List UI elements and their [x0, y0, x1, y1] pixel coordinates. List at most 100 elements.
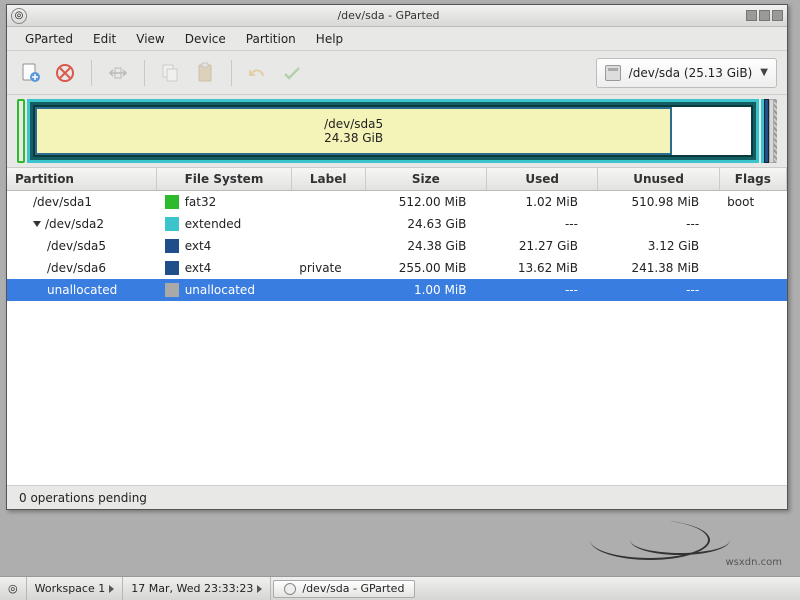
delete-partition-button[interactable]: [51, 59, 79, 87]
new-partition-button[interactable]: [17, 59, 45, 87]
partition-graph-sda5[interactable]: /dev/sda5 24.38 GiB: [35, 107, 672, 155]
cell-used: 13.62 MiB: [486, 257, 598, 279]
partition-graph-main-size: 24.38 GiB: [324, 131, 383, 145]
fs-name: fat32: [185, 195, 217, 209]
menu-device[interactable]: Device: [175, 29, 236, 49]
fs-name: ext4: [185, 239, 212, 253]
maximize-button[interactable]: [759, 10, 770, 21]
disk-icon: [605, 65, 621, 81]
paste-icon: [194, 62, 216, 84]
toolbar: /dev/sda (25.13 GiB) ▼: [7, 51, 787, 95]
col-filesystem[interactable]: File System: [157, 168, 292, 191]
cell-filesystem: ext4: [157, 257, 292, 279]
menu-help[interactable]: Help: [306, 29, 353, 49]
fs-color-swatch: [165, 261, 179, 275]
cell-size: 24.38 GiB: [365, 235, 486, 257]
partition-table: Partition File System Label Size Used Un…: [7, 167, 787, 485]
titlebar[interactable]: ◎ /dev/sda - GParted: [7, 5, 787, 27]
cell-filesystem: extended: [157, 213, 292, 235]
cell-partition: unallocated: [7, 279, 157, 301]
cell-size: 255.00 MiB: [365, 257, 486, 279]
col-partition[interactable]: Partition: [7, 168, 157, 191]
window-title: /dev/sda - GParted: [31, 9, 746, 22]
separator: [144, 60, 145, 86]
copy-icon: [160, 62, 182, 84]
cell-size: 512.00 MiB: [365, 191, 486, 213]
taskbar-task-label: /dev/sda - GParted: [302, 582, 404, 595]
partition-graph-sda1[interactable]: [17, 99, 25, 163]
fs-name: unallocated: [185, 283, 255, 297]
table-row[interactable]: /dev/sda5 ext4 24.38 GiB21.27 GiB3.12 GiB: [7, 235, 787, 257]
menu-edit[interactable]: Edit: [83, 29, 126, 49]
paste-button[interactable]: [191, 59, 219, 87]
start-menu-button[interactable]: ◎: [0, 577, 27, 600]
partition-graph-free[interactable]: [672, 107, 751, 155]
cell-unused: ---: [598, 279, 719, 301]
chevron-right-icon: [257, 585, 262, 593]
expander-icon[interactable]: [33, 221, 41, 227]
app-icon: ◎: [11, 8, 27, 24]
fs-color-swatch: [165, 283, 179, 297]
statusbar-text: 0 operations pending: [19, 491, 147, 505]
separator: [231, 60, 232, 86]
cell-filesystem: ext4: [157, 235, 292, 257]
partition-graph-sda2[interactable]: /dev/sda5 24.38 GiB: [27, 99, 759, 163]
menu-partition[interactable]: Partition: [236, 29, 306, 49]
menu-view[interactable]: View: [126, 29, 174, 49]
cell-partition: /dev/sda1: [7, 191, 157, 213]
table-row[interactable]: /dev/sda2extended24.63 GiB------: [7, 213, 787, 235]
cell-flags: [719, 279, 786, 301]
cell-partition: /dev/sda6: [7, 257, 157, 279]
resize-move-button[interactable]: [104, 59, 132, 87]
cell-flags: [719, 235, 786, 257]
watermark-text: wsxdn.com: [725, 557, 782, 568]
cell-used: 1.02 MiB: [486, 191, 598, 213]
apply-button[interactable]: [278, 59, 306, 87]
cell-used: 21.27 GiB: [486, 235, 598, 257]
close-button[interactable]: [772, 10, 783, 21]
cell-unused: ---: [598, 213, 719, 235]
table-row[interactable]: /dev/sda6ext4private255.00 MiB13.62 MiB2…: [7, 257, 787, 279]
copy-button[interactable]: [157, 59, 185, 87]
cell-unused: 3.12 GiB: [598, 235, 719, 257]
delete-icon: [54, 62, 76, 84]
wallpaper-swirl: [630, 525, 730, 555]
app-icon: [284, 583, 296, 595]
cell-label: [291, 279, 365, 301]
cell-flags: [719, 213, 786, 235]
minimize-button[interactable]: [746, 10, 757, 21]
cell-filesystem: fat32: [157, 191, 292, 213]
resize-icon: [107, 62, 129, 84]
col-label[interactable]: Label: [291, 168, 365, 191]
menu-gparted[interactable]: GParted: [15, 29, 83, 49]
col-used[interactable]: Used: [486, 168, 598, 191]
chevron-right-icon: [109, 585, 114, 593]
device-selector[interactable]: /dev/sda (25.13 GiB) ▼: [596, 58, 777, 88]
table-row[interactable]: unallocatedunallocated1.00 MiB------: [7, 279, 787, 301]
partition-graph[interactable]: /dev/sda5 24.38 GiB: [7, 95, 787, 167]
undo-icon: [247, 62, 269, 84]
col-size[interactable]: Size: [365, 168, 486, 191]
cell-used: ---: [486, 279, 598, 301]
cell-label: [291, 235, 365, 257]
statusbar: 0 operations pending: [7, 485, 787, 509]
col-flags[interactable]: Flags: [719, 168, 786, 191]
partition-graph-tail[interactable]: [761, 99, 777, 163]
gparted-window: ◎ /dev/sda - GParted GParted Edit View D…: [6, 4, 788, 510]
table-row[interactable]: /dev/sda1fat32512.00 MiB1.02 MiB510.98 M…: [7, 191, 787, 213]
workspace-label: Workspace 1: [35, 582, 106, 595]
fs-color-swatch: [165, 217, 179, 231]
cell-partition: /dev/sda5: [7, 235, 157, 257]
cell-label: [291, 191, 365, 213]
chevron-down-icon: ▼: [760, 67, 768, 78]
debian-icon: ◎: [8, 582, 18, 595]
undo-button[interactable]: [244, 59, 272, 87]
taskbar-task-gparted[interactable]: /dev/sda - GParted: [273, 580, 415, 598]
col-unused[interactable]: Unused: [598, 168, 719, 191]
fs-color-swatch: [165, 239, 179, 253]
workspace-switcher[interactable]: Workspace 1: [27, 577, 124, 600]
cell-label: private: [291, 257, 365, 279]
separator: [91, 60, 92, 86]
cell-size: 1.00 MiB: [365, 279, 486, 301]
clock[interactable]: 17 Mar, Wed 23:33:23: [123, 577, 271, 600]
